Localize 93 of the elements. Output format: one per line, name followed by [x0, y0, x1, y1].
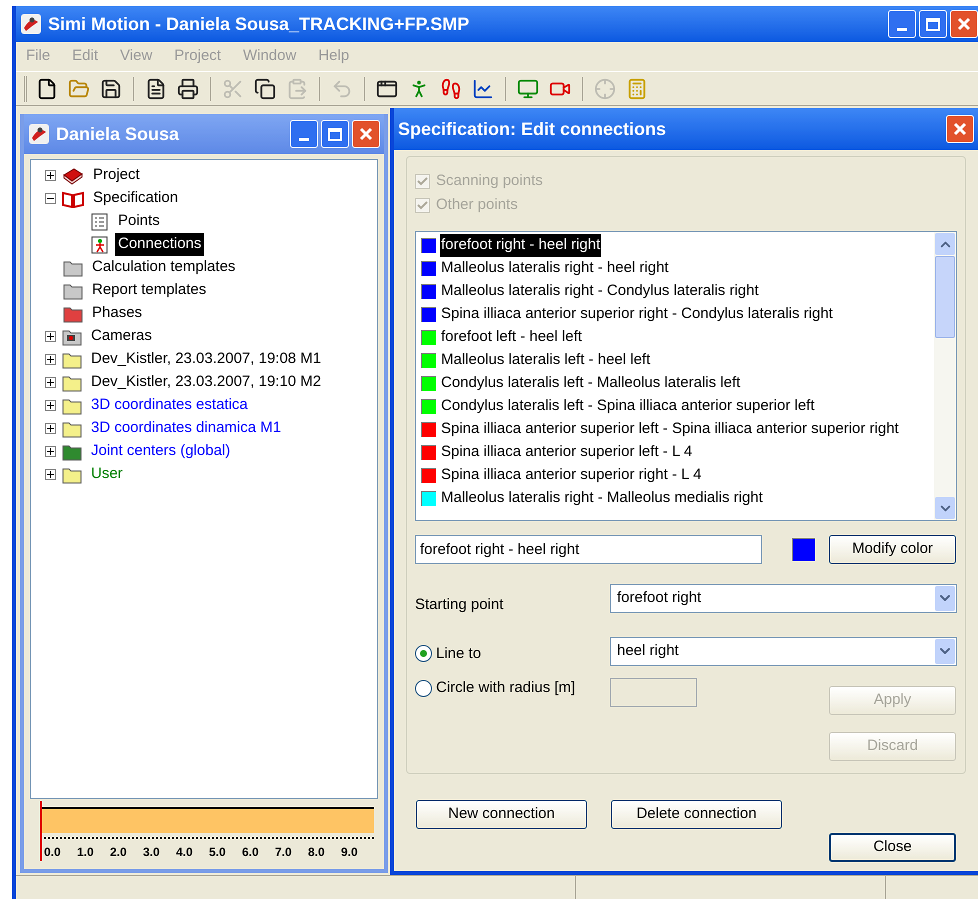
connection-item[interactable]: Malleolus lateralis right - heel right: [440, 257, 670, 280]
timeline-tick-label: 7.0: [275, 844, 293, 861]
timeline-tick-label: 4.0: [176, 844, 194, 861]
folder-icon: [62, 420, 82, 438]
close-icon: [359, 127, 373, 141]
expander-toggle[interactable]: [45, 170, 56, 181]
tree-item[interactable]: Project: [90, 164, 143, 187]
tree-item[interactable]: Report templates: [89, 279, 210, 302]
close-icon: [957, 17, 971, 31]
tree-item[interactable]: Cameras: [88, 325, 155, 348]
timeline-tick-label: 1.0: [77, 844, 95, 861]
scroll-up-icon[interactable]: [935, 233, 955, 255]
connection-item[interactable]: forefoot right - heel right: [440, 234, 602, 257]
new-connection-button[interactable]: New connection: [416, 800, 587, 829]
app-logo-icon: [28, 123, 50, 145]
child-window-title: Daniela Sousa: [56, 122, 180, 146]
connection-item[interactable]: Spina illiaca anterior superior right - L 4: [440, 464, 702, 487]
tree-item[interactable]: Dev_Kistler, 23.03.2007, 19:08 M1: [88, 348, 324, 371]
folder-icon: [62, 396, 82, 414]
close-button[interactable]: [946, 115, 974, 143]
tree-item[interactable]: Phases: [89, 302, 146, 325]
tree-item[interactable]: 3D coordinates estatica: [88, 394, 251, 417]
connection-item[interactable]: Spina illiaca anterior superior right - Condylus lateralis right: [440, 303, 834, 326]
timeline-tick-label: 3.0: [143, 844, 161, 861]
modify-color-button[interactable]: Modify color: [829, 535, 956, 564]
timeline-tick-label: 6.0: [242, 844, 260, 861]
maximize-button[interactable]: [919, 10, 947, 38]
expander-toggle[interactable]: [45, 193, 56, 204]
maximize-button[interactable]: [321, 120, 349, 148]
timeline-tick-label: 9.0: [341, 844, 359, 861]
minimize-button[interactable]: [290, 120, 318, 148]
tree-item[interactable]: 3D coordinates dinamica M1: [88, 417, 284, 440]
book-icon: [62, 166, 84, 184]
line-to-dropdown[interactable]: heel right: [610, 636, 957, 666]
scrollbar[interactable]: [934, 232, 956, 520]
starting-point-label: Starting point: [415, 595, 504, 615]
connection-item[interactable]: Spina illiaca anterior superior left - L 4: [440, 441, 694, 464]
app-logo-icon: [20, 13, 42, 35]
folder-icon: [63, 282, 83, 300]
connection-item[interactable]: Condylus lateralis left - Malleolus lateralis left: [440, 372, 742, 395]
open-book-icon: [62, 190, 84, 208]
checkbox-label: Other points: [436, 194, 518, 215]
expander-toggle[interactable]: [45, 331, 56, 342]
expander-toggle[interactable]: [45, 377, 56, 388]
connection-item[interactable]: Malleolus lateralis right - Condylus lateralis right: [440, 280, 760, 303]
folder-icon: [62, 350, 82, 368]
tree-item[interactable]: Dev_Kistler, 23.03.2007, 19:10 M2: [88, 371, 324, 394]
radio-button[interactable]: [415, 645, 432, 662]
radio-label: Circle with radius [m]: [436, 678, 576, 698]
checkbox-label: Scanning points: [436, 170, 543, 191]
tree-item[interactable]: Calculation templates: [89, 256, 238, 279]
delete-connection-button[interactable]: Delete connection: [611, 800, 782, 829]
minimize-button[interactable]: [888, 10, 916, 38]
timeline-tick-label: 8.0: [308, 844, 326, 861]
folder-icon: [62, 466, 82, 484]
radio-label: Line to: [436, 644, 482, 664]
folder-icon: [62, 374, 82, 392]
timeline-tick-label: 0.0: [44, 844, 62, 861]
folder-icon: [62, 442, 82, 460]
radius-field[interactable]: [610, 678, 697, 706]
tree-item[interactable]: Joint centers (global): [88, 440, 234, 463]
folder-icon: [63, 258, 83, 276]
folder-icon: [63, 304, 83, 322]
tree-item[interactable]: Connections: [115, 233, 204, 256]
starting-point-dropdown[interactable]: forefoot right: [610, 584, 957, 613]
expander-toggle[interactable]: [45, 400, 56, 411]
tree-item[interactable]: Points: [115, 210, 163, 233]
connection-item[interactable]: forefoot left - heel left: [440, 326, 583, 349]
dialog-title: Specification: Edit connections: [398, 118, 668, 141]
scroll-thumb[interactable]: [935, 256, 955, 338]
tree-item[interactable]: User: [88, 463, 126, 486]
figure-icon: [91, 236, 109, 254]
close-button[interactable]: [950, 10, 978, 38]
connection-item[interactable]: Malleolus lateralis left - heel left: [440, 349, 652, 372]
connection-item[interactable]: Spina illiaca anterior superior left - Spina illiaca anterior superior right: [440, 418, 900, 441]
connection-item[interactable]: Malleolus lateralis right - Malleolus medialis right: [440, 487, 764, 510]
timeline-tick-label: 5.0: [209, 844, 227, 861]
connection-item[interactable]: Condylus lateralis left - Spina illiaca anterior superior left: [440, 395, 816, 418]
close-button[interactable]: Close: [829, 833, 956, 862]
radio-button[interactable]: [415, 680, 432, 697]
tree-item[interactable]: Specification: [90, 187, 182, 210]
expander-toggle[interactable]: [45, 354, 56, 365]
list-icon: [91, 212, 109, 230]
camera-icon: [62, 328, 82, 346]
timeline-tick-label: 2.0: [110, 844, 128, 861]
close-button[interactable]: [352, 120, 380, 148]
window-title: Simi Motion - Daniela Sousa_TRACKING+FP.SMP: [48, 12, 470, 36]
scroll-down-icon[interactable]: [935, 497, 955, 519]
expander-toggle[interactable]: [45, 469, 56, 480]
close-icon: [953, 122, 967, 136]
expander-toggle[interactable]: [45, 423, 56, 434]
expander-toggle[interactable]: [45, 446, 56, 457]
connection-name-field[interactable]: forefoot right - heel right: [415, 535, 762, 564]
